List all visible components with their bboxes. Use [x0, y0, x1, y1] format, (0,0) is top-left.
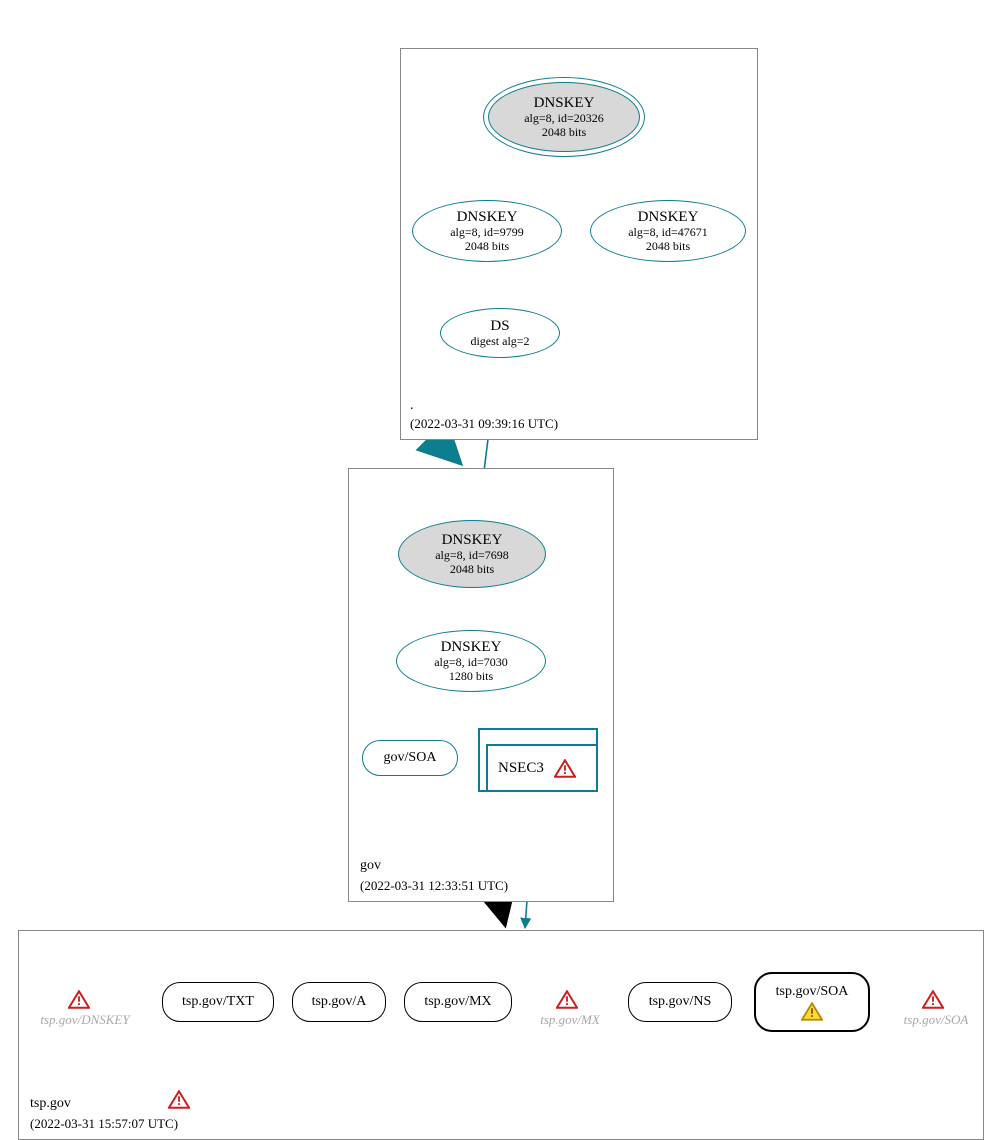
root-dnskey-ksk[interactable]: DNSKEY alg=8, id=20326 2048 bits	[488, 82, 640, 152]
rr-alg: alg=8, id=47671	[628, 226, 708, 240]
rr-bits: 2048 bits	[542, 126, 586, 140]
warning-icon	[556, 990, 578, 1009]
zone-gov-timestamp: (2022-03-31 12:33:51 UTC)	[360, 878, 508, 894]
gov-dnskey-ksk[interactable]: DNSKEY alg=8, id=7698 2048 bits	[398, 520, 546, 588]
tsp-dnskey-ghost: tsp.gov/DNSKEY	[30, 1012, 140, 1028]
rr-bits: 2048 bits	[646, 240, 690, 254]
gov-soa[interactable]: gov/SOA	[362, 740, 458, 776]
tsp-soa-ghost: tsp.gov/SOA	[894, 1012, 978, 1028]
record-label: gov/SOA	[384, 750, 437, 766]
tsp-mx-ghost-warning	[556, 990, 578, 1014]
nsec3-label: NSEC3	[498, 760, 544, 777]
record-label: tsp.gov/MX	[424, 994, 491, 1010]
rr-bits: 2048 bits	[450, 563, 494, 577]
rr-alg: alg=8, id=7030	[434, 656, 508, 670]
zone-tsp	[18, 930, 984, 1140]
rr-title: DS	[490, 318, 509, 335]
rr-bits: 1280 bits	[449, 670, 493, 684]
record-label: tsp.gov/TXT	[182, 994, 254, 1010]
rr-alg: alg=8, id=7698	[435, 549, 509, 563]
warning-icon	[554, 759, 576, 778]
rr-title: DNSKEY	[442, 532, 503, 549]
tsp-soa-ghost-warning	[922, 990, 944, 1014]
warning-icon	[801, 1002, 823, 1021]
record-label: tsp.gov/SOA	[776, 984, 849, 1000]
rr-title: DNSKEY	[457, 209, 518, 226]
dnssec-diagram: . (2022-03-31 09:39:16 UTC) DNSKEY alg=8…	[0, 0, 1001, 1130]
tsp-zone-warning	[168, 1090, 190, 1114]
zone-root-timestamp: (2022-03-31 09:39:16 UTC)	[410, 416, 558, 432]
rr-title: DNSKEY	[534, 95, 595, 112]
gov-dnskey-zsk[interactable]: DNSKEY alg=8, id=7030 1280 bits	[396, 630, 546, 692]
gov-nsec3[interactable]: NSEC3	[478, 728, 598, 792]
tsp-mx[interactable]: tsp.gov/MX	[404, 982, 512, 1022]
rr-bits: 2048 bits	[465, 240, 509, 254]
root-dnskey-9799[interactable]: DNSKEY alg=8, id=9799 2048 bits	[412, 200, 562, 262]
tsp-soa[interactable]: tsp.gov/SOA	[754, 972, 870, 1032]
tsp-a[interactable]: tsp.gov/A	[292, 982, 386, 1022]
tsp-dnskey-ghost-warning	[68, 990, 90, 1014]
record-label: tsp.gov/A	[312, 994, 367, 1010]
rr-alg: alg=8, id=9799	[450, 226, 524, 240]
rr-title: DNSKEY	[638, 209, 699, 226]
zone-root-name: .	[410, 398, 414, 414]
warning-icon	[168, 1090, 190, 1109]
zone-gov-name: gov	[360, 858, 381, 874]
rr-alg: alg=8, id=20326	[524, 112, 604, 126]
root-ds[interactable]: DS digest alg=2	[440, 308, 560, 358]
record-label: tsp.gov/NS	[649, 994, 712, 1010]
tsp-ns[interactable]: tsp.gov/NS	[628, 982, 732, 1022]
rr-title: DNSKEY	[441, 639, 502, 656]
warning-icon	[922, 990, 944, 1009]
rr-alg: digest alg=2	[470, 335, 529, 349]
warning-icon	[68, 990, 90, 1009]
zone-tsp-name: tsp.gov	[30, 1096, 71, 1112]
root-dnskey-47671[interactable]: DNSKEY alg=8, id=47671 2048 bits	[590, 200, 746, 262]
tsp-txt[interactable]: tsp.gov/TXT	[162, 982, 274, 1022]
tsp-mx-ghost: tsp.gov/MX	[530, 1012, 610, 1028]
